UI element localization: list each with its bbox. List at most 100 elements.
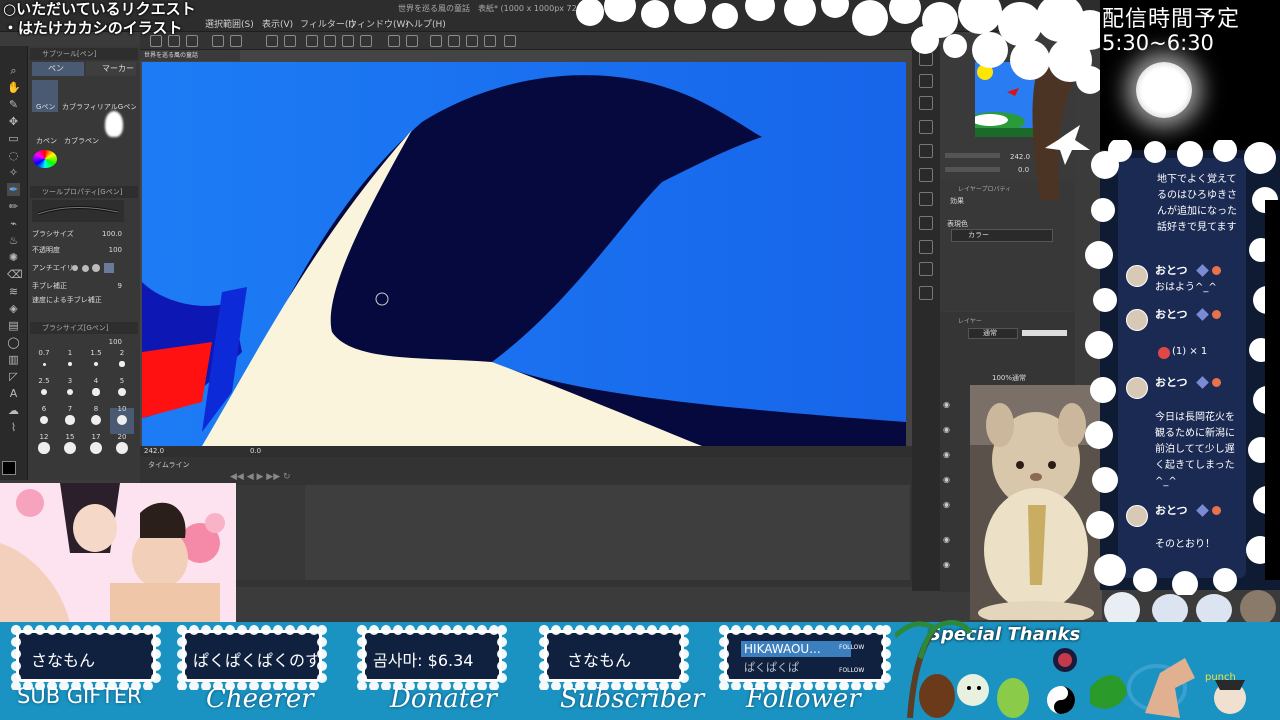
balloon-tool-icon[interactable]: ☁ [7, 404, 20, 417]
pen-tool-icon[interactable]: ✒ [7, 183, 20, 196]
decoration-icon[interactable]: ✺ [7, 251, 20, 264]
brush-size-preset[interactable]: 1.5 [84, 349, 108, 378]
stroke-preview [32, 200, 124, 222]
brush-size-preset[interactable]: 17 [84, 433, 108, 462]
blend-tool-icon[interactable]: ≋ [7, 285, 20, 298]
eye-icon[interactable]: ◉ [943, 450, 950, 459]
timeline-frames[interactable] [305, 485, 910, 580]
request-item: ・はたけカカシのイラスト [3, 19, 183, 37]
brush-size-preset[interactable]: 1 [58, 349, 82, 378]
brush-dot-icon [90, 442, 102, 454]
avatar [1126, 377, 1148, 399]
redo-icon[interactable] [284, 35, 296, 47]
request-title: ○いただいているリクエスト [3, 0, 196, 18]
grid-icon[interactable] [466, 35, 478, 47]
play-controls-icon[interactable]: ◀◀ ◀ ▶ ▶▶ ↻ [230, 472, 291, 482]
timeline-title: タイムライン [148, 461, 190, 469]
airbrush-icon[interactable]: ♨ [7, 234, 20, 247]
figure-tool-icon[interactable]: ◯ [7, 336, 20, 349]
layer-panel-header: レイヤー [958, 318, 982, 325]
select-all-icon[interactable] [360, 35, 372, 47]
guide-icon[interactable] [484, 35, 496, 47]
brush-size-preset[interactable]: 12 [32, 433, 56, 462]
brush-size-label: 1 [67, 349, 73, 357]
auto-select-icon[interactable]: ✧ [7, 166, 20, 179]
zoom-tool-icon[interactable]: ⌕ [7, 64, 20, 77]
opacity-row[interactable]: 不透明度 100 [32, 244, 136, 256]
schedule-title: 配信時間予定 [1102, 7, 1241, 32]
menu-filter[interactable]: フィルター(I) [300, 17, 355, 30]
chat-name-1: おとつ [1155, 264, 1188, 277]
banner-flowers [11, 625, 891, 690]
brush-size-row[interactable]: ブラシサイズ 100.0 [32, 228, 136, 240]
canvas-tab[interactable]: 世界を巡る風の童話 [140, 50, 240, 61]
illustration-overlay [0, 483, 236, 623]
eyedropper-icon[interactable]: ✎ [7, 98, 20, 111]
eye-icon[interactable]: ◉ [943, 535, 950, 544]
brush-size-preset[interactable]: 8 [84, 405, 108, 434]
angle-readout: 0.0 [250, 447, 262, 455]
brush-size-preset[interactable]: 0.7 [32, 349, 56, 378]
brush-size-preset[interactable]: 20 [110, 433, 134, 462]
hand-tool-icon[interactable]: ✋ [7, 81, 21, 94]
eye-icon[interactable]: ◉ [943, 500, 950, 509]
svg-text:punch: punch [1205, 672, 1236, 683]
eye-icon[interactable]: ◉ [943, 425, 950, 434]
properties-icon[interactable] [919, 216, 933, 230]
eye-icon[interactable]: ◉ [943, 475, 950, 484]
sub-view-icon[interactable] [919, 240, 933, 254]
tab-pen[interactable]: ペン [32, 62, 84, 76]
fill-tool-icon[interactable]: ◈ [7, 302, 20, 315]
menu-view[interactable]: 表示(V) [262, 17, 293, 30]
speed-stabilize-row[interactable]: 速度による手ブレ補正 [32, 294, 136, 306]
airbrush-preview [105, 111, 123, 137]
ruler-tool-icon[interactable]: ◸ [7, 370, 20, 383]
eraser-icon[interactable]: ⌫ [7, 268, 23, 281]
chat-name-3: おとつ [1155, 376, 1188, 389]
loading-icon[interactable] [306, 35, 318, 47]
pencil-tool-icon[interactable]: ✏ [7, 200, 20, 213]
frame-tool-icon[interactable]: ▥ [7, 353, 20, 366]
tab-marker[interactable]: マーカー [86, 62, 136, 76]
eye-icon[interactable]: ◉ [943, 560, 950, 569]
ruler-icon[interactable] [430, 35, 442, 47]
brush-size-preset[interactable]: 4 [84, 377, 108, 406]
lasso-tool-icon[interactable]: ◌ [7, 149, 20, 162]
brush-size-preset[interactable]: 7 [58, 405, 82, 434]
brush-dot-icon [41, 389, 47, 395]
eye-icon[interactable]: ◉ [943, 400, 950, 409]
color-wheel-icon[interactable] [33, 150, 57, 168]
invert-icon[interactable] [406, 35, 418, 47]
export-panel-icon[interactable] [919, 286, 933, 300]
antialias-row[interactable]: アンチエイリ [32, 262, 136, 274]
brush-size-preset[interactable]: 3 [58, 377, 82, 406]
brush-size-panel-value[interactable]: 100 [32, 336, 136, 348]
layer-opacity-slider[interactable] [1022, 330, 1067, 336]
transform-icon[interactable] [324, 35, 336, 47]
select-tool-icon[interactable]: ▭ [7, 132, 20, 145]
brush-size-preset[interactable]: 2.5 [32, 377, 56, 406]
menu-window[interactable]: ウィンドウ(W) [348, 17, 409, 30]
move-tool-icon[interactable]: ✥ [7, 115, 20, 128]
snap-icon[interactable] [448, 35, 460, 47]
main-color-swatch[interactable] [2, 461, 16, 475]
stabilize-row[interactable]: 手ブレ補正 9 [32, 280, 136, 292]
brush-size-preset[interactable]: 6 [32, 405, 56, 434]
gradient-tool-icon[interactable]: ▤ [7, 319, 20, 332]
brush-size-preset[interactable]: 15 [58, 433, 82, 462]
fill-icon[interactable] [342, 35, 354, 47]
deselect-icon[interactable] [388, 35, 400, 47]
brush-tool-icon[interactable]: ⌁ [7, 217, 20, 230]
brush-dot-icon [92, 388, 100, 396]
menu-help[interactable]: ヘルプ(H) [405, 17, 446, 30]
camera-icon[interactable] [919, 262, 933, 276]
correct-line-icon[interactable]: ⌇ [7, 421, 20, 434]
expression-color-select[interactable]: カラー [951, 229, 1053, 242]
brush-size-preset[interactable]: 5 [110, 377, 134, 406]
help-icon[interactable] [504, 35, 516, 47]
brush-size-preset[interactable]: 10 [110, 405, 134, 434]
undo-icon[interactable] [266, 35, 278, 47]
brush-size-preset[interactable]: 2 [110, 349, 134, 378]
text-tool-icon[interactable]: A [7, 387, 20, 400]
blend-mode-select[interactable]: 通常 [968, 328, 1018, 339]
